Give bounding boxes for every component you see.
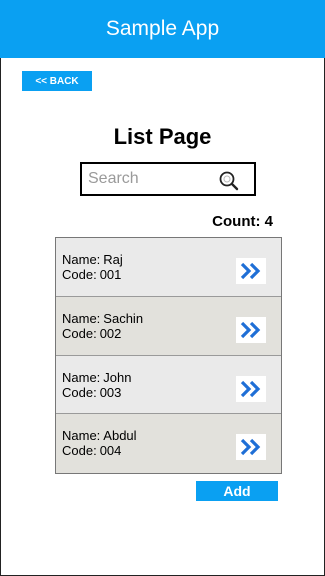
item-code-line: Code: 001 [62,267,123,282]
list-item: Name: Sachin Code: 002 [56,296,281,356]
open-item-button[interactable] [236,375,266,402]
item-code: 004 [99,443,122,459]
item-name: Raj [103,252,123,267]
open-item-button[interactable] [236,316,266,343]
item-details: Name: John Code: 003 [62,370,132,400]
list-item: Name: Abdul Code: 004 [56,414,281,473]
item-code-line: Code: 004 [62,443,137,458]
name-label: Name: [62,369,101,385]
app-header: Sample App [0,0,325,58]
item-code-line: Code: 002 [62,326,143,341]
double-chevron-right-icon [240,439,261,456]
code-label: Code: [62,325,97,341]
item-name: John [103,369,132,385]
double-chevron-right-icon [240,321,261,338]
back-button[interactable]: << BACK [22,71,92,91]
double-chevron-right-icon [240,380,261,397]
search-box [80,162,256,196]
item-details: Name: Sachin Code: 002 [62,311,143,341]
item-name: Abdul [103,428,137,444]
item-list: Name: Raj Code: 001 Name: Sachin Code: 002 N… [55,237,282,474]
add-button[interactable]: Add [196,481,278,501]
search-icon[interactable] [218,170,240,192]
item-name-line: Name: Abdul [62,428,137,443]
app-title: Sample App [105,17,220,40]
list-item: Name: John Code: 003 [56,355,281,415]
item-name-line: Name: Raj [62,252,123,267]
code-label: Code: [62,443,97,459]
page-title: List Page [113,124,212,149]
item-count: Count: 4 [212,213,273,230]
name-label: Name: [62,310,101,326]
item-details: Name: Abdul Code: 004 [62,428,137,458]
name-label: Name: [62,252,101,267]
item-code: 001 [99,267,122,282]
item-name-line: Name: John [62,370,132,385]
item-code: 002 [99,325,122,341]
name-label: Name: [62,428,101,444]
item-code-line: Code: 003 [62,385,132,400]
open-item-button[interactable] [236,434,266,461]
code-label: Code: [62,384,97,400]
item-name: Sachin [103,310,144,326]
item-details: Name: Raj Code: 001 [62,252,123,282]
item-code: 003 [99,384,122,400]
double-chevron-right-icon [240,262,261,280]
open-item-button[interactable] [236,258,266,284]
search-input[interactable] [88,170,208,188]
item-name-line: Name: Sachin [62,311,143,326]
list-item: Name: Raj Code: 001 [56,238,281,297]
code-label: Code: [62,267,97,282]
